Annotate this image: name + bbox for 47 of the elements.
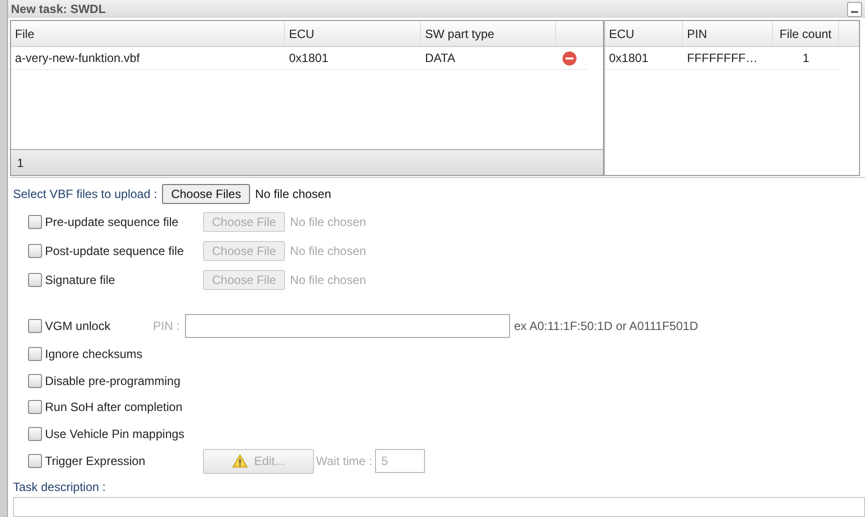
pin-label: PIN : (153, 318, 181, 335)
option-label: Pre-update sequence file (45, 214, 178, 230)
column-header[interactable]: PIN (683, 21, 773, 46)
file-status: No file chosen (290, 242, 366, 260)
option-label: Signature file (45, 272, 116, 288)
checkbox[interactable] (28, 374, 42, 388)
checkbox[interactable] (28, 400, 42, 414)
warning-icon (232, 454, 248, 468)
checkbox[interactable] (28, 347, 42, 362)
wait-time-label: Wait time : (316, 453, 372, 470)
column-header[interactable]: File (11, 21, 285, 46)
column-header[interactable]: ECU (605, 21, 683, 46)
option-label: Run SoH after completion (45, 399, 182, 416)
minimize-button[interactable] (847, 2, 862, 16)
column-header[interactable]: ECU (285, 21, 421, 46)
pin-hint: ex A0:11:1F:50:1D or A0111F501D (514, 318, 698, 335)
column-header[interactable]: File count (773, 21, 839, 46)
checkbox[interactable] (28, 454, 42, 468)
option-label: Disable pre-programming (45, 372, 180, 390)
table-cell-text: 0x1801 (288, 50, 330, 67)
remove-icon[interactable] (562, 50, 577, 66)
option-label: VGM unlock (45, 318, 110, 335)
table-cell-text: a-very-new-funktion.vbf (14, 50, 141, 67)
option-label: Use Vehicle Pin mappings (45, 426, 184, 443)
window-title: New task: SWDL (11, 1, 106, 18)
table-cell-text: DATA (424, 50, 456, 67)
table-footer: 1 (11, 149, 603, 175)
column-header[interactable]: SW part type (421, 21, 556, 46)
task-description-label: Task description : (12, 479, 107, 496)
option-label: Post-update sequence file (45, 242, 184, 260)
table-cell-text: 1 (802, 50, 810, 67)
checkbox[interactable] (28, 272, 42, 286)
pin-field[interactable] (185, 314, 510, 338)
file-status: No file chosen (290, 272, 366, 288)
task-description-field[interactable] (13, 497, 865, 517)
checkbox[interactable] (28, 426, 42, 441)
choose-files-button[interactable]: Choose Files (162, 184, 250, 204)
file-status: No file chosen (255, 186, 332, 203)
option-label: Trigger Expression (45, 453, 146, 470)
upload-label: Select VBF files to upload : (13, 186, 158, 203)
option-label: Ignore checksums (45, 346, 142, 364)
checkbox[interactable] (28, 214, 42, 228)
checkbox[interactable] (28, 319, 42, 333)
checkbox[interactable] (28, 244, 42, 258)
table-cell-text: 0x1801 (608, 50, 650, 67)
file-status: No file chosen (290, 214, 366, 230)
table-cell-text: FFFFFFFF… (686, 50, 759, 67)
